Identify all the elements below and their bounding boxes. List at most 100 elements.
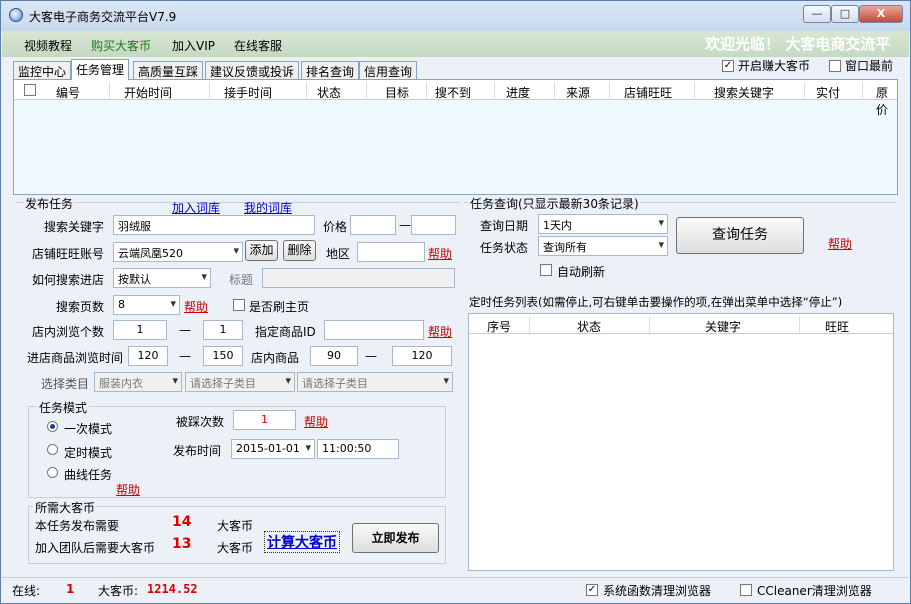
search-pages-select[interactable]: 8 (113, 295, 180, 315)
keyword-input[interactable]: 羽绒服 (113, 215, 315, 235)
timed-task-list[interactable]: 序号 状态 关键字 旺旺 (468, 313, 894, 571)
column-divider (799, 316, 800, 332)
curve-mode-radio[interactable] (47, 467, 58, 478)
minimize-button[interactable]: — (803, 5, 831, 23)
col-not-found[interactable]: 搜不到 (435, 84, 471, 101)
range-dash: — (179, 323, 191, 337)
category-select[interactable]: 服装内衣 (94, 372, 182, 392)
coins-need-label: 本任务发布需要 (35, 519, 120, 533)
tab-monitor[interactable]: 监控中心 (13, 61, 72, 79)
in-store-from-input[interactable]: 90 (310, 346, 358, 366)
in-store-to-input[interactable]: 120 (392, 346, 452, 366)
region-input[interactable] (357, 242, 425, 262)
coins-need-value: 14 (172, 514, 192, 530)
window-title: 大客电子商务交流平台V7.9 (29, 10, 177, 24)
timed-mode-label: 定时模式 (64, 446, 113, 460)
select-all-checkbox[interactable] (24, 84, 36, 96)
earn-coins-checkbox[interactable]: ✓ 开启赚大客币 (722, 57, 810, 74)
sys-clean-checkbox[interactable]: ✓ (586, 584, 598, 596)
shop-account-select[interactable]: 云端凤凰520 (113, 242, 243, 262)
mode-help-link[interactable]: 帮助 (116, 481, 140, 498)
maximize-button[interactable]: □ (831, 5, 859, 23)
checkbox-box[interactable] (829, 59, 841, 72)
column-divider (694, 82, 695, 98)
tab-ranking[interactable]: 排名查询 (301, 61, 360, 79)
col-progress[interactable]: 进度 (506, 84, 530, 101)
goods-id-input[interactable] (324, 320, 424, 340)
auto-refresh-checkbox[interactable] (540, 264, 552, 276)
brush-home-checkbox[interactable] (233, 299, 245, 311)
step-count-help-link[interactable]: 帮助 (304, 413, 328, 430)
col-timed-status[interactable]: 状态 (577, 318, 601, 335)
col-status[interactable]: 状态 (317, 84, 341, 101)
window-topmost-checkbox[interactable]: 窗口最前 (829, 57, 893, 74)
keyword-label: 搜索关键字 (44, 220, 105, 234)
col-seq[interactable]: 序号 (487, 318, 511, 335)
delete-shop-button[interactable]: 删除 (283, 240, 316, 261)
col-id[interactable]: 编号 (56, 84, 80, 101)
tab-credit[interactable]: 信用查询 (359, 61, 418, 79)
tab-quality-exchange[interactable]: 高质量互踩 (133, 61, 204, 79)
step-count-input[interactable]: 1 (233, 410, 296, 430)
col-timed-wangwang[interactable]: 旺旺 (825, 318, 849, 335)
menu-video-tutorial[interactable]: 视频教程 (24, 37, 72, 54)
browse-count-to-input[interactable]: 1 (203, 320, 243, 340)
title-input[interactable] (262, 268, 455, 288)
column-divider (862, 82, 863, 98)
query-date-select[interactable]: 1天内 (538, 214, 668, 234)
column-divider (426, 82, 427, 98)
region-help-link[interactable]: 帮助 (428, 245, 452, 262)
col-shop-wangwang[interactable]: 店铺旺旺 (624, 84, 672, 101)
add-to-library-link[interactable]: 加入词库 (172, 199, 220, 216)
enter-time-to-input[interactable]: 150 (203, 346, 243, 366)
subcategory-2-select[interactable]: 请选择子类目 (297, 372, 453, 392)
ccleaner-checkbox[interactable] (740, 584, 752, 596)
query-tasks-button[interactable]: 查询任务 (676, 217, 804, 254)
publish-date-picker[interactable]: 2015-01-01 (231, 439, 315, 459)
sys-clean-label: 系统函数清理浏览器 (603, 584, 712, 598)
task-status-select[interactable]: 查询所有 (538, 236, 668, 256)
col-target[interactable]: 目标 (385, 84, 409, 101)
search-method-select[interactable]: 按默认 (113, 268, 211, 288)
my-library-link[interactable]: 我的词库 (244, 199, 292, 216)
brush-home-label: 是否刷主页 (249, 300, 310, 314)
query-help-link[interactable]: 帮助 (828, 235, 852, 252)
publish-now-button[interactable]: 立即发布 (352, 523, 439, 553)
subcategory-1-select[interactable]: 请选择子类目 (185, 372, 295, 392)
earn-coins-label: 开启赚大客币 (738, 59, 811, 73)
price-label: 价格 (323, 220, 348, 234)
pages-help-link[interactable]: 帮助 (184, 298, 208, 315)
coins-balance-value: 1214.52 (147, 582, 198, 596)
in-store-goods-label: 店内商品 (251, 351, 300, 365)
price-max-input[interactable] (411, 215, 456, 235)
timed-mode-radio[interactable] (47, 444, 58, 455)
tab-task-manage[interactable]: 任务管理 (71, 59, 130, 80)
col-timed-keyword[interactable]: 关键字 (705, 318, 741, 335)
col-paid[interactable]: 实付 (816, 84, 840, 101)
col-start-time[interactable]: 开始时间 (124, 84, 172, 101)
col-accept-time[interactable]: 接手时间 (224, 84, 272, 101)
publish-time-spinner[interactable]: 11:00:50 (317, 439, 399, 459)
goods-id-help-link[interactable]: 帮助 (428, 323, 452, 340)
online-count: 1 (66, 582, 75, 596)
menu-join-vip[interactable]: 加入VIP (172, 37, 215, 54)
browse-count-from-input[interactable]: 1 (113, 320, 167, 340)
enter-time-from-input[interactable]: 120 (128, 346, 168, 366)
column-divider (649, 316, 650, 332)
window-topmost-label: 窗口最前 (845, 59, 894, 73)
col-orig-price[interactable]: 原价 (876, 84, 897, 118)
add-shop-button[interactable]: 添加 (245, 240, 278, 261)
tab-feedback[interactable]: 建议反馈或投诉 (205, 61, 300, 79)
calculate-coins-link[interactable]: 计算大客币 (264, 531, 340, 553)
col-keyword[interactable]: 搜索关键字 (714, 84, 774, 101)
close-button[interactable]: X (859, 5, 903, 23)
task-grid[interactable]: 编号 开始时间 接手时间 状态 目标 搜不到 进度 来源 店铺旺旺 搜索关键字 … (13, 79, 898, 195)
col-source[interactable]: 来源 (566, 84, 590, 101)
price-min-input[interactable] (350, 215, 396, 235)
once-mode-radio[interactable] (47, 421, 58, 432)
category-label: 选择类目 (41, 377, 90, 391)
menu-buy-coins[interactable]: 购买大客币 (91, 37, 151, 54)
checkbox-box[interactable]: ✓ (722, 59, 734, 72)
menu-bar: 视频教程 购买大客币 加入VIP 在线客服 欢迎光临！ 大客电商交流平 (2, 31, 909, 57)
menu-online-service[interactable]: 在线客服 (234, 37, 282, 54)
